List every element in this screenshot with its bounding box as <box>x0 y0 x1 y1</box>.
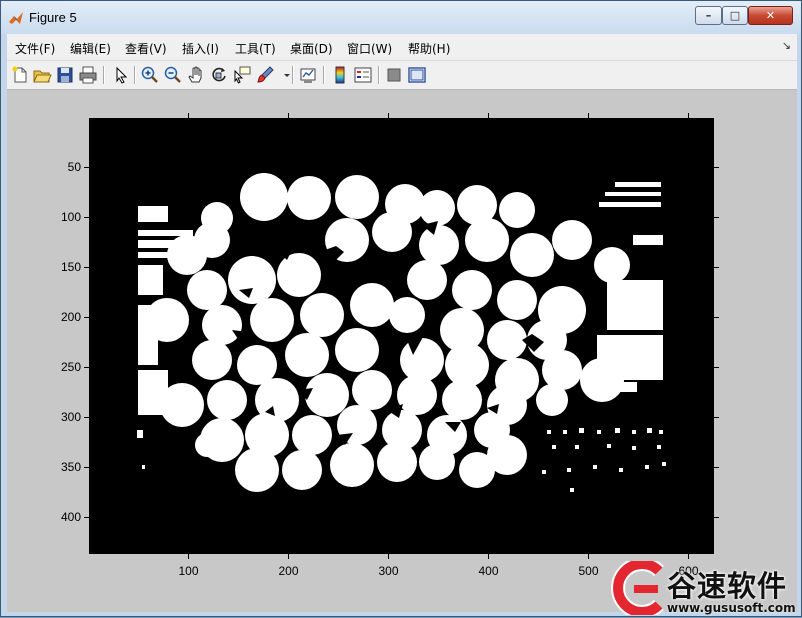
x-tick-label: 400 <box>478 564 499 578</box>
close-button[interactable]: ✕ <box>748 6 793 25</box>
figure-window: Figure 5 – □ ✕ 文件(F) 编辑(E) 查看(V) 插入(I) 工… <box>0 0 802 617</box>
menu-edit[interactable]: 编辑(E) <box>70 40 111 57</box>
x-tick-label: 100 <box>178 564 199 578</box>
colorbar-icon[interactable] <box>330 65 350 85</box>
edit-plot-arrow-icon[interactable] <box>111 65 131 85</box>
save-icon[interactable] <box>55 65 75 85</box>
menu-help[interactable]: 帮助(H) <box>408 40 450 57</box>
minimize-button[interactable]: – <box>695 6 722 25</box>
y-tick-label: 100 <box>60 209 81 224</box>
zoom-in-icon[interactable] <box>140 65 160 85</box>
legend-icon[interactable] <box>353 65 373 85</box>
toolbar-separator <box>323 66 325 84</box>
x-tick-label: 500 <box>578 564 599 578</box>
show-plot-tools-icon[interactable] <box>407 65 427 85</box>
figure-canvas: 50 100 150 200 250 300 350 400 100 200 3… <box>7 90 797 612</box>
binary-image-axes[interactable] <box>7 90 797 612</box>
toolbar-separator <box>378 66 380 84</box>
y-tick-label: 50 <box>67 159 81 174</box>
x-tick-label: 200 <box>278 564 299 578</box>
menu-insert[interactable]: 插入(I) <box>182 40 219 57</box>
open-file-icon[interactable] <box>32 65 52 85</box>
menu-view[interactable]: 查看(V) <box>125 40 167 57</box>
brush-icon[interactable] <box>255 65 275 85</box>
watermark-brand: 谷速软件 <box>667 569 788 603</box>
y-tick-label: 150 <box>60 259 81 274</box>
toolbar-separator <box>134 66 136 84</box>
maximize-button[interactable]: □ <box>722 6 748 25</box>
toolbar-separator <box>103 66 105 84</box>
y-tick-label: 250 <box>60 359 81 374</box>
pan-hand-icon[interactable] <box>186 65 206 85</box>
matlab-logo-icon <box>9 12 23 24</box>
figure-toolbar <box>7 61 797 90</box>
brush-dropdown-icon[interactable] <box>277 65 290 85</box>
y-tick-label: 300 <box>60 409 81 424</box>
menu-file[interactable]: 文件(F) <box>15 40 55 57</box>
y-tick-label: 400 <box>60 509 81 524</box>
menu-window[interactable]: 窗口(W) <box>347 40 392 57</box>
y-tick-label: 200 <box>60 309 81 324</box>
title-bar[interactable]: Figure 5 – □ ✕ <box>1 1 801 34</box>
x-tick-label: 300 <box>378 564 399 578</box>
toolbar-separator <box>292 66 294 84</box>
menu-tools[interactable]: 工具(T) <box>235 40 276 57</box>
menu-overflow-icon[interactable]: ↘ <box>782 39 791 52</box>
window-title: Figure 5 <box>29 10 77 25</box>
watermark: 谷速软件 www.gususoft.com <box>607 557 802 618</box>
hide-plot-tools-icon[interactable] <box>384 65 404 85</box>
gususoft-logo-icon <box>611 561 664 615</box>
link-plot-icon[interactable] <box>298 65 318 85</box>
rotate-3d-icon[interactable] <box>209 65 229 85</box>
zoom-out-icon[interactable] <box>163 65 183 85</box>
menu-bar: 文件(F) 编辑(E) 查看(V) 插入(I) 工具(T) 桌面(D) 窗口(W… <box>7 34 797 61</box>
data-cursor-icon[interactable] <box>232 65 252 85</box>
watermark-url: www.gususoft.com <box>667 601 796 615</box>
y-tick-label: 350 <box>60 459 81 474</box>
new-figure-icon[interactable] <box>10 65 30 85</box>
menu-desktop[interactable]: 桌面(D) <box>290 40 333 57</box>
print-icon[interactable] <box>78 65 98 85</box>
